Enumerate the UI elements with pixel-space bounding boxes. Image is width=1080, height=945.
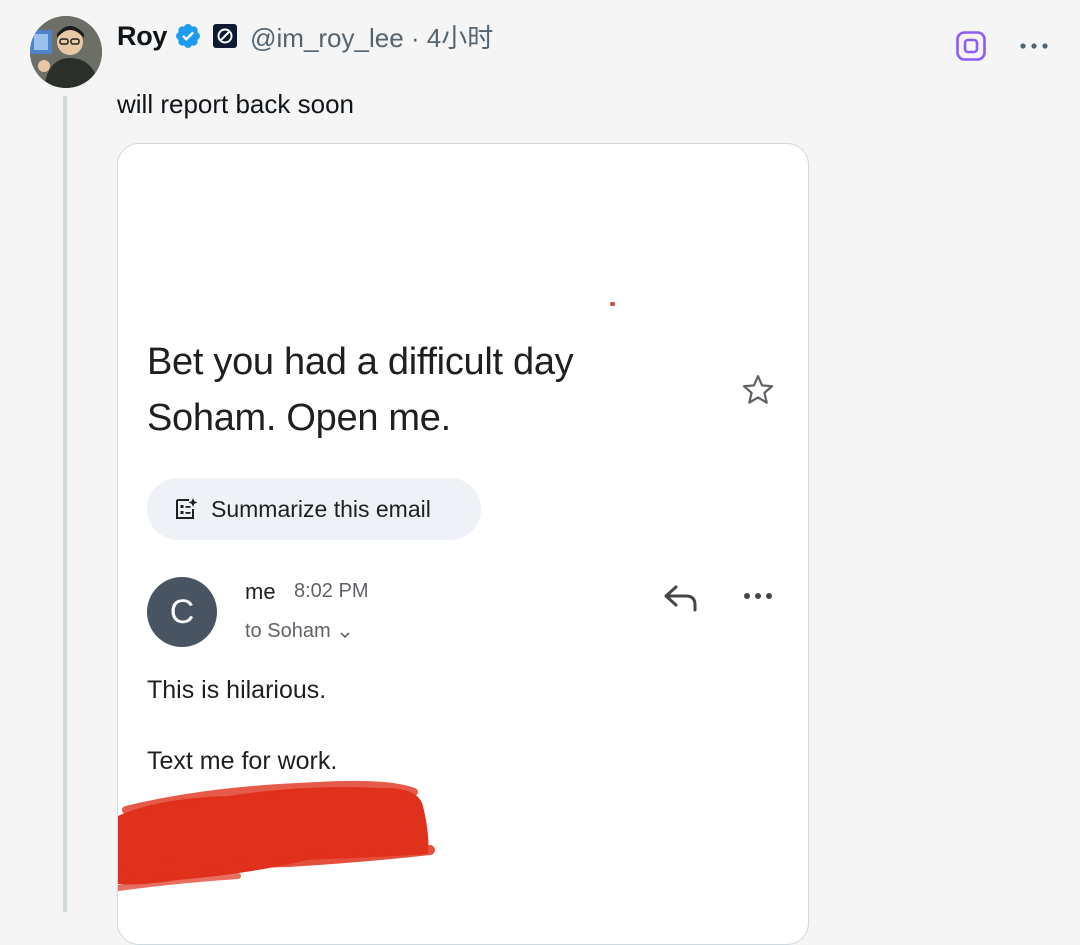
summarize-email-button[interactable]: Summarize this email	[147, 478, 481, 540]
tweet-header: Roy @im_roy_lee · 4小时	[117, 18, 493, 54]
email-body-line: This is hilarious.	[147, 676, 327, 704]
email-subject-line: Soham. Open me.	[147, 397, 451, 439]
recipient-label: to Soham	[245, 620, 331, 642]
author-avatar[interactable]	[30, 16, 102, 88]
recipient-toggle[interactable]: to Soham	[245, 620, 352, 643]
grok-icon[interactable]	[955, 30, 987, 62]
author-name[interactable]: Roy	[117, 21, 167, 52]
stray-mark	[610, 302, 615, 306]
email-time: 8:02 PM	[294, 580, 369, 602]
email-body-line: Text me for work.	[147, 747, 338, 775]
handle-and-time[interactable]: @im_roy_lee · 4小时	[250, 18, 493, 55]
affiliate-badge-icon[interactable]	[212, 23, 238, 49]
star-icon[interactable]	[740, 372, 776, 408]
summary-sparkle-icon	[173, 496, 199, 522]
reply-icon[interactable]	[662, 582, 700, 614]
email-screenshot-image[interactable]: Bet you had a difficult day Soham. Open …	[117, 143, 809, 945]
sender-avatar[interactable]: C	[147, 577, 217, 647]
summarize-email-label: Summarize this email	[211, 495, 431, 522]
sender-name: me	[245, 579, 276, 604]
chevron-down-icon	[338, 625, 352, 639]
email-more-icon[interactable]	[742, 589, 774, 603]
email-subject: Bet you had a difficult day Soham. Open …	[147, 334, 667, 446]
verified-badge-icon[interactable]	[174, 22, 202, 50]
email-subject-line: Bet you had a difficult day	[147, 341, 574, 383]
redaction-scribble	[118, 776, 448, 896]
tweet-text: will report back soon	[117, 89, 354, 119]
thread-line	[63, 96, 67, 912]
more-dots-icon[interactable]	[1018, 32, 1050, 60]
